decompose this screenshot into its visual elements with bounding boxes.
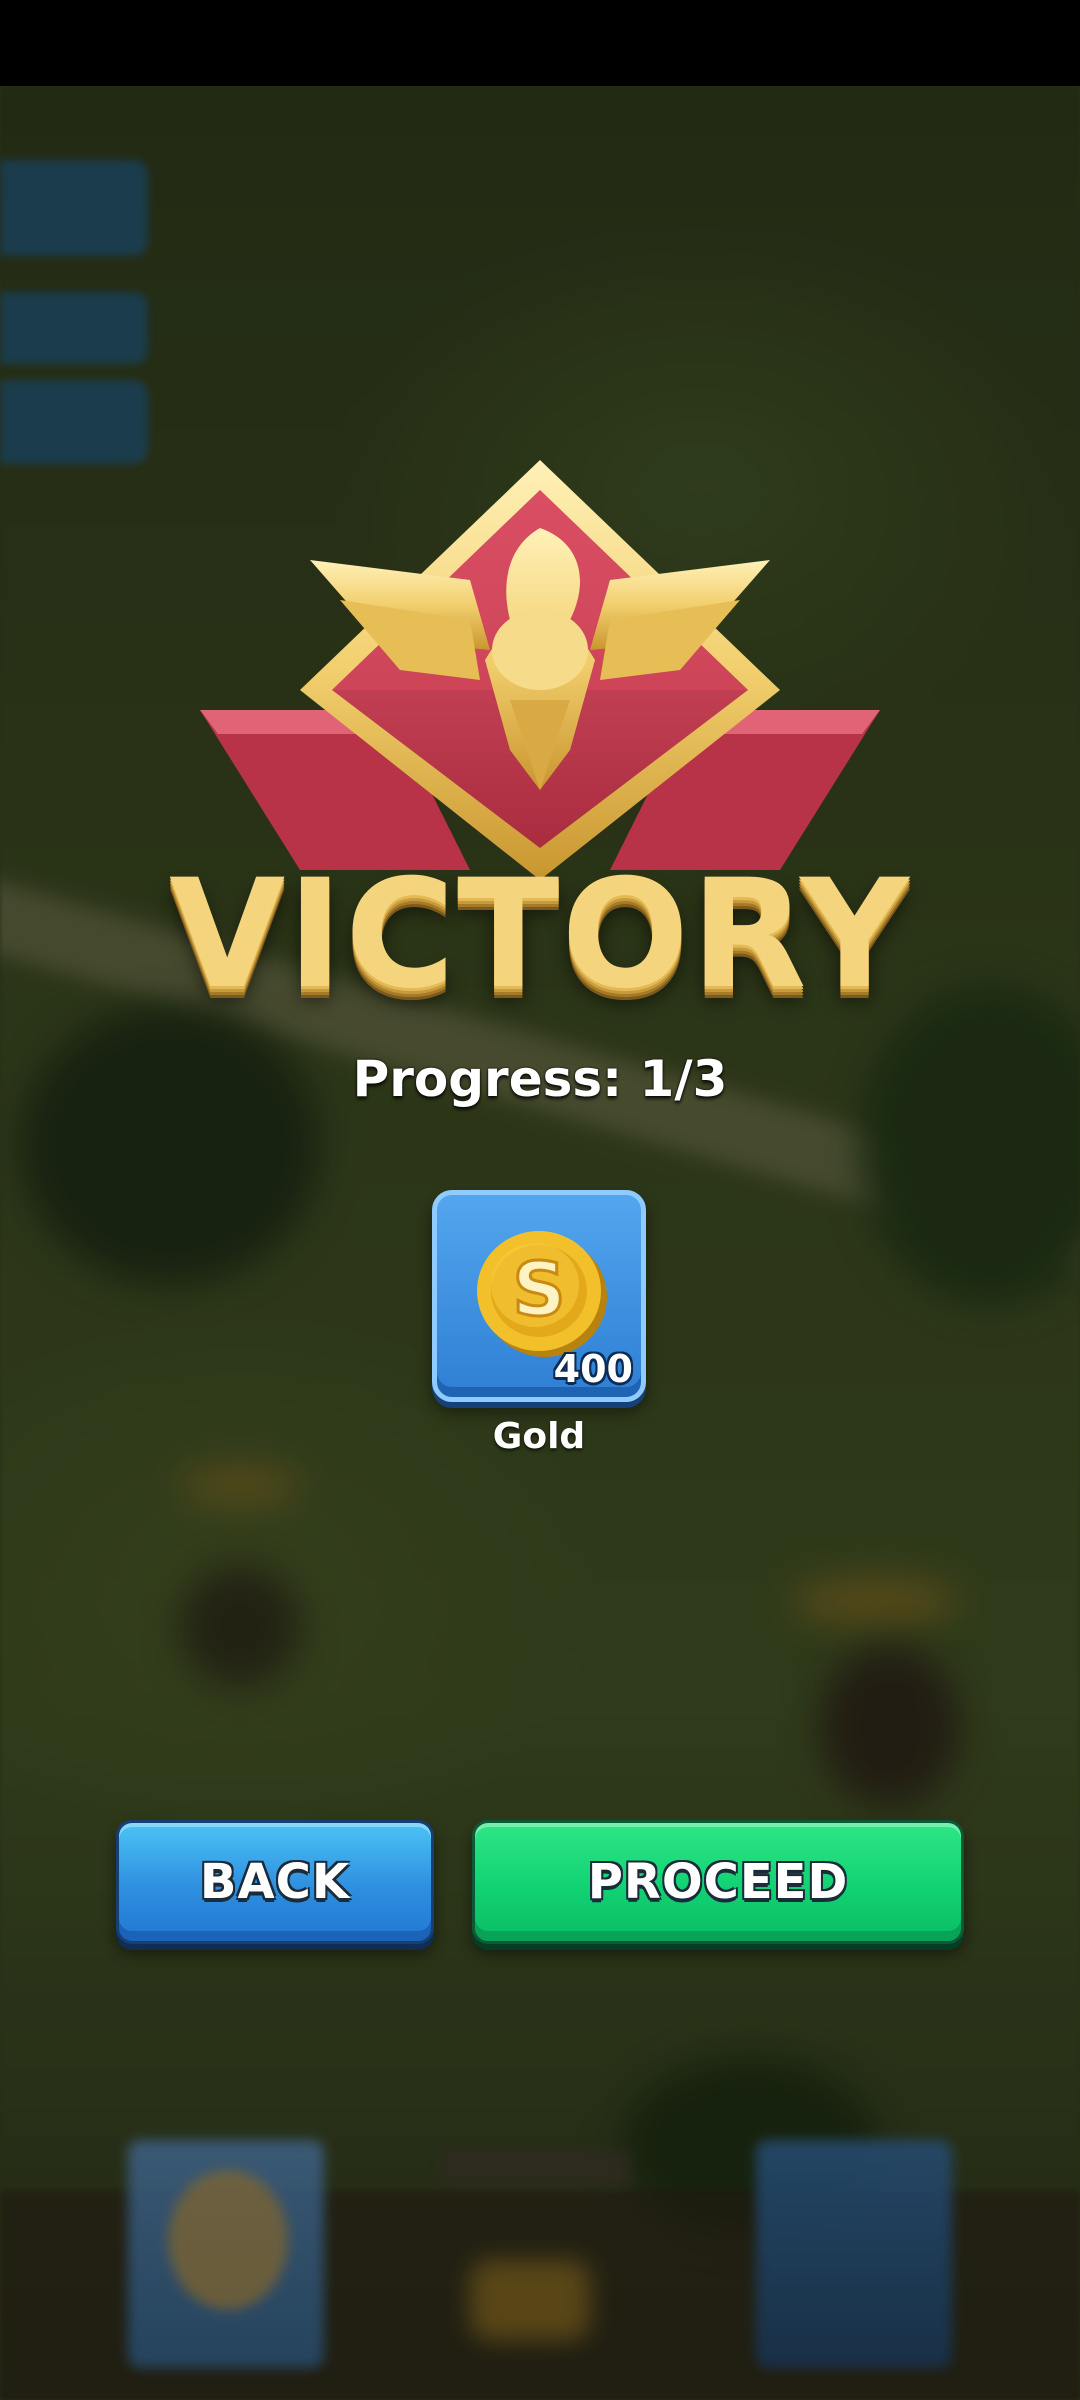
victory-title: VICTORY — [169, 848, 911, 1022]
svg-text:S: S — [512, 1247, 565, 1333]
eagle-emblem-icon — [200, 460, 880, 880]
proceed-button[interactable]: PROCEED — [472, 1820, 964, 1944]
reward-quantity: 400 — [553, 1347, 633, 1391]
progress-label: Progress: 1/3 — [352, 1050, 728, 1108]
reward-name: Gold — [492, 1416, 586, 1457]
back-button[interactable]: BACK — [116, 1820, 434, 1944]
reward-card-gold[interactable]: S 400 — [432, 1190, 646, 1402]
status-bar — [0, 0, 1080, 86]
gold-coin-icon: S — [477, 1231, 607, 1357]
